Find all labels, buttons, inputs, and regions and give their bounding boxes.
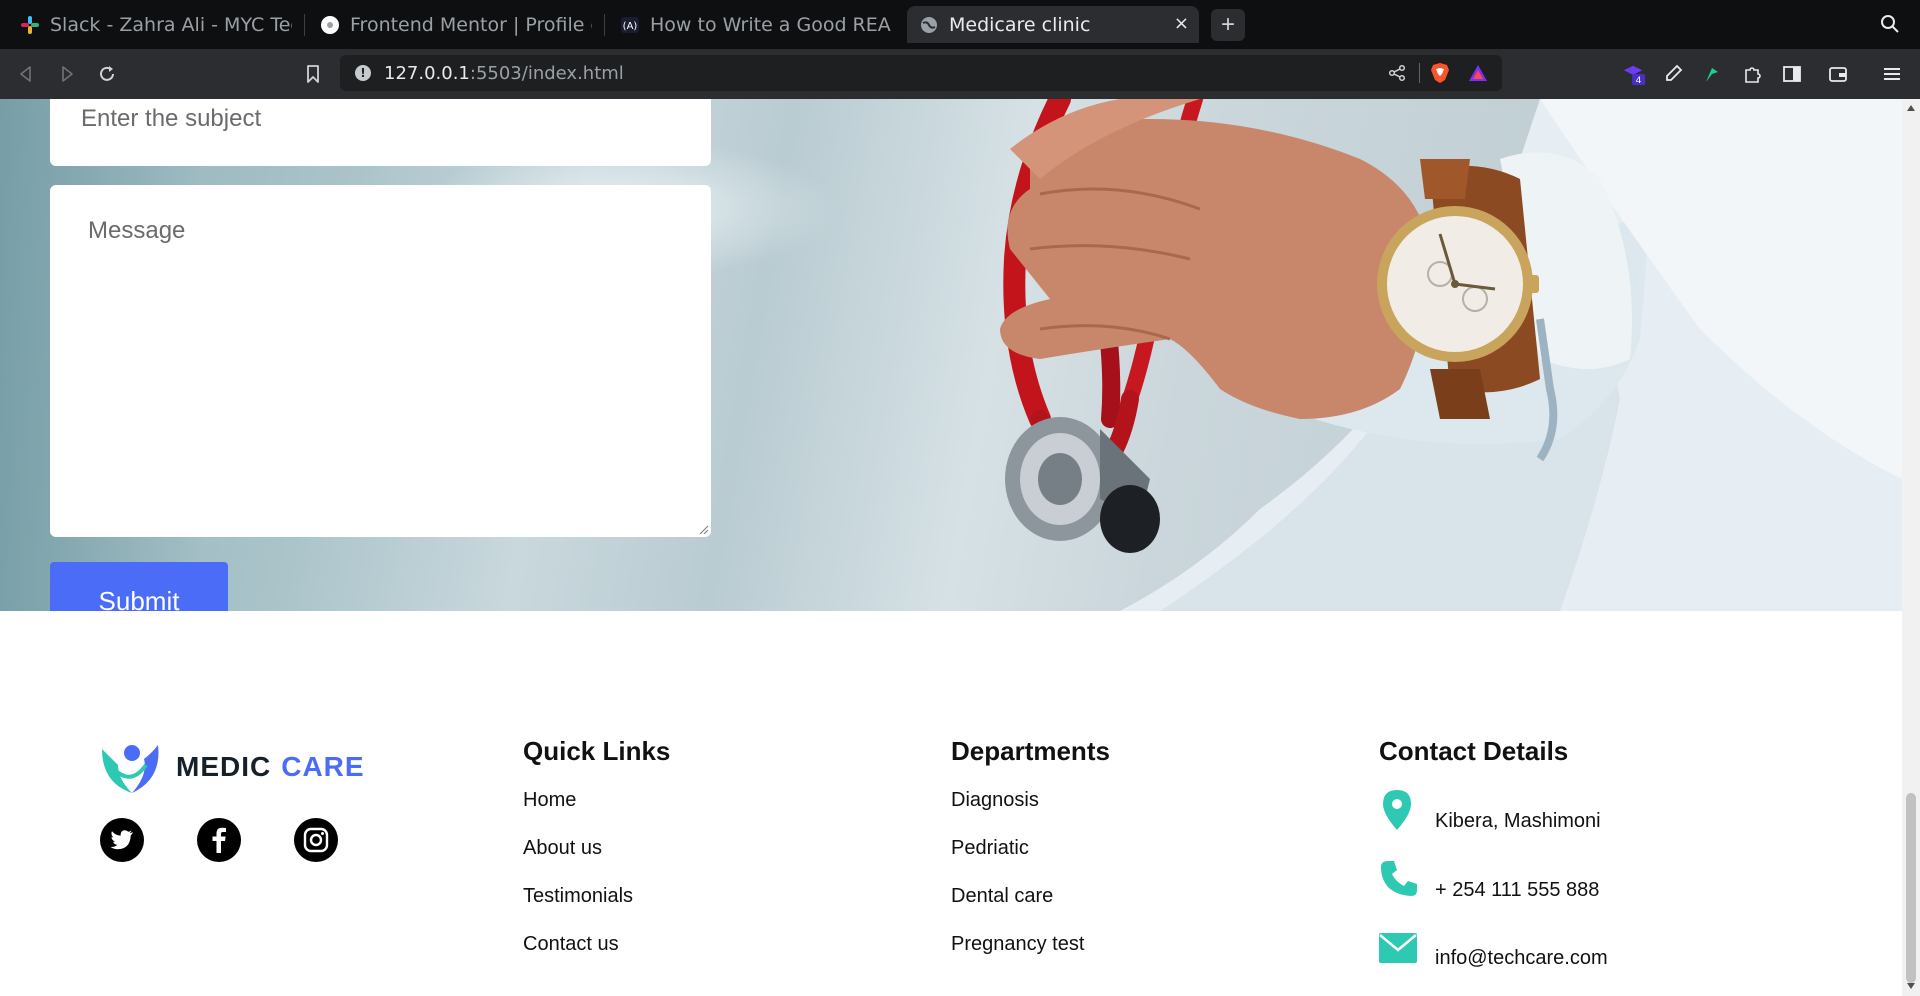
tab-search-icon[interactable]	[1880, 14, 1900, 39]
color-picker-icon[interactable]	[1661, 62, 1685, 86]
freecodecamp-icon: (A)	[620, 15, 640, 35]
page-viewport: Enter the subject Message Submit MEDIC C…	[0, 99, 1920, 996]
tab-frontend-mentor[interactable]: Frontend Mentor | Profile ca	[320, 6, 592, 43]
globe-icon	[919, 15, 939, 35]
address-bar[interactable]: ! 127.0.0.1:5503/index.html	[340, 55, 1502, 91]
phone-icon	[1381, 861, 1417, 896]
back-icon[interactable]	[14, 62, 38, 86]
forward-icon[interactable]	[55, 62, 79, 86]
footer-link-contact[interactable]: Contact us	[523, 933, 619, 956]
facebook-icon	[212, 827, 226, 853]
quick-links-heading: Quick Links	[523, 736, 671, 766]
location-pin-icon	[1383, 790, 1411, 830]
tab-medicare-clinic[interactable]: Medicare clinic ×	[907, 6, 1199, 43]
svg-text:(A): (A)	[623, 21, 638, 32]
medic-care-logo[interactable]: MEDIC CARE	[98, 739, 365, 795]
resize-handle-icon[interactable]	[698, 524, 708, 534]
logo-icon	[102, 745, 159, 793]
extensions-puzzle-icon[interactable]	[1740, 62, 1764, 86]
browser-tab-bar: Slack - Zahra Ali - MYC Tech A Frontend …	[0, 0, 1920, 49]
tab-readme[interactable]: (A) How to Write a Good READM	[620, 6, 892, 43]
brave-rewards-icon[interactable]	[1468, 63, 1488, 83]
twitter-icon	[110, 830, 133, 850]
page-scrollbar[interactable]	[1902, 99, 1920, 996]
email-icon	[1379, 933, 1417, 963]
browser-toolbar: ! 127.0.0.1:5503/index.html 4	[0, 49, 1920, 99]
tab-divider	[604, 14, 605, 36]
logo-word-care: CARE	[281, 751, 365, 782]
footer-link-home[interactable]: Home	[523, 789, 576, 812]
tab-title: Slack - Zahra Ali - MYC Tech A	[50, 13, 292, 36]
omnibox-divider	[1419, 63, 1420, 83]
close-tab-icon[interactable]: ×	[1174, 13, 1189, 34]
reload-icon[interactable]	[95, 62, 119, 86]
contact-hero-section: Enter the subject Message	[0, 99, 1902, 611]
departments-heading: Departments	[951, 736, 1110, 766]
tab-title: Medicare clinic	[949, 13, 1091, 36]
department-link-diagnosis[interactable]: Diagnosis	[951, 789, 1039, 812]
brave-shields-icon[interactable]	[1430, 63, 1450, 83]
footer-link-about[interactable]: About us	[523, 837, 602, 860]
extension-graduation-icon[interactable]: 4	[1622, 62, 1646, 86]
extension-leaf-icon[interactable]	[1700, 62, 1724, 86]
site-info-icon[interactable]: !	[355, 65, 371, 81]
url-text: 127.0.0.1:5503/index.html	[384, 63, 624, 84]
message-placeholder: Message	[88, 217, 186, 244]
department-link-dental[interactable]: Dental care	[951, 885, 1053, 908]
contact-details-heading: Contact Details	[1379, 736, 1569, 766]
site-footer: MEDIC CARE Quick Links Home About us Tes…	[0, 611, 1902, 996]
department-link-pediatric[interactable]: Pedriatic	[951, 837, 1029, 860]
instagram-icon	[303, 827, 329, 853]
tab-divider	[304, 14, 305, 36]
subject-input[interactable]: Enter the subject	[50, 99, 711, 166]
tab-slack[interactable]: Slack - Zahra Ali - MYC Tech A	[20, 6, 292, 43]
subject-placeholder: Enter the subject	[81, 105, 262, 132]
new-tab-button[interactable]: +	[1211, 9, 1245, 41]
twitter-link[interactable]	[100, 818, 144, 862]
sidebar-toggle-icon[interactable]	[1780, 62, 1804, 86]
scroll-down-icon[interactable]	[1907, 983, 1915, 989]
contact-address: Kibera, Mashimoni	[1435, 810, 1601, 832]
wallet-icon[interactable]	[1826, 62, 1850, 86]
facebook-link[interactable]	[197, 818, 241, 862]
share-icon[interactable]	[1388, 63, 1406, 83]
contact-phone: + 254 111 555 888	[1435, 879, 1600, 901]
footer-link-testimonials[interactable]: Testimonials	[523, 885, 633, 908]
instagram-link[interactable]	[294, 818, 338, 862]
frontend-mentor-icon	[320, 15, 340, 35]
slack-icon	[20, 15, 40, 35]
scrollbar-thumb[interactable]	[1906, 793, 1916, 983]
svg-text:4: 4	[1636, 75, 1642, 86]
menu-icon[interactable]	[1880, 62, 1904, 86]
bookmark-icon[interactable]	[301, 62, 325, 86]
message-textarea[interactable]: Message	[50, 185, 711, 537]
contact-email: info@techcare.com	[1435, 947, 1608, 969]
department-link-pregnancy[interactable]: Pregnancy test	[951, 933, 1084, 956]
logo-word-medic: MEDIC	[176, 751, 272, 782]
tab-title: Frontend Mentor | Profile ca	[350, 13, 592, 36]
scroll-up-icon[interactable]	[1907, 105, 1915, 111]
tab-title: How to Write a Good READM	[650, 13, 892, 36]
